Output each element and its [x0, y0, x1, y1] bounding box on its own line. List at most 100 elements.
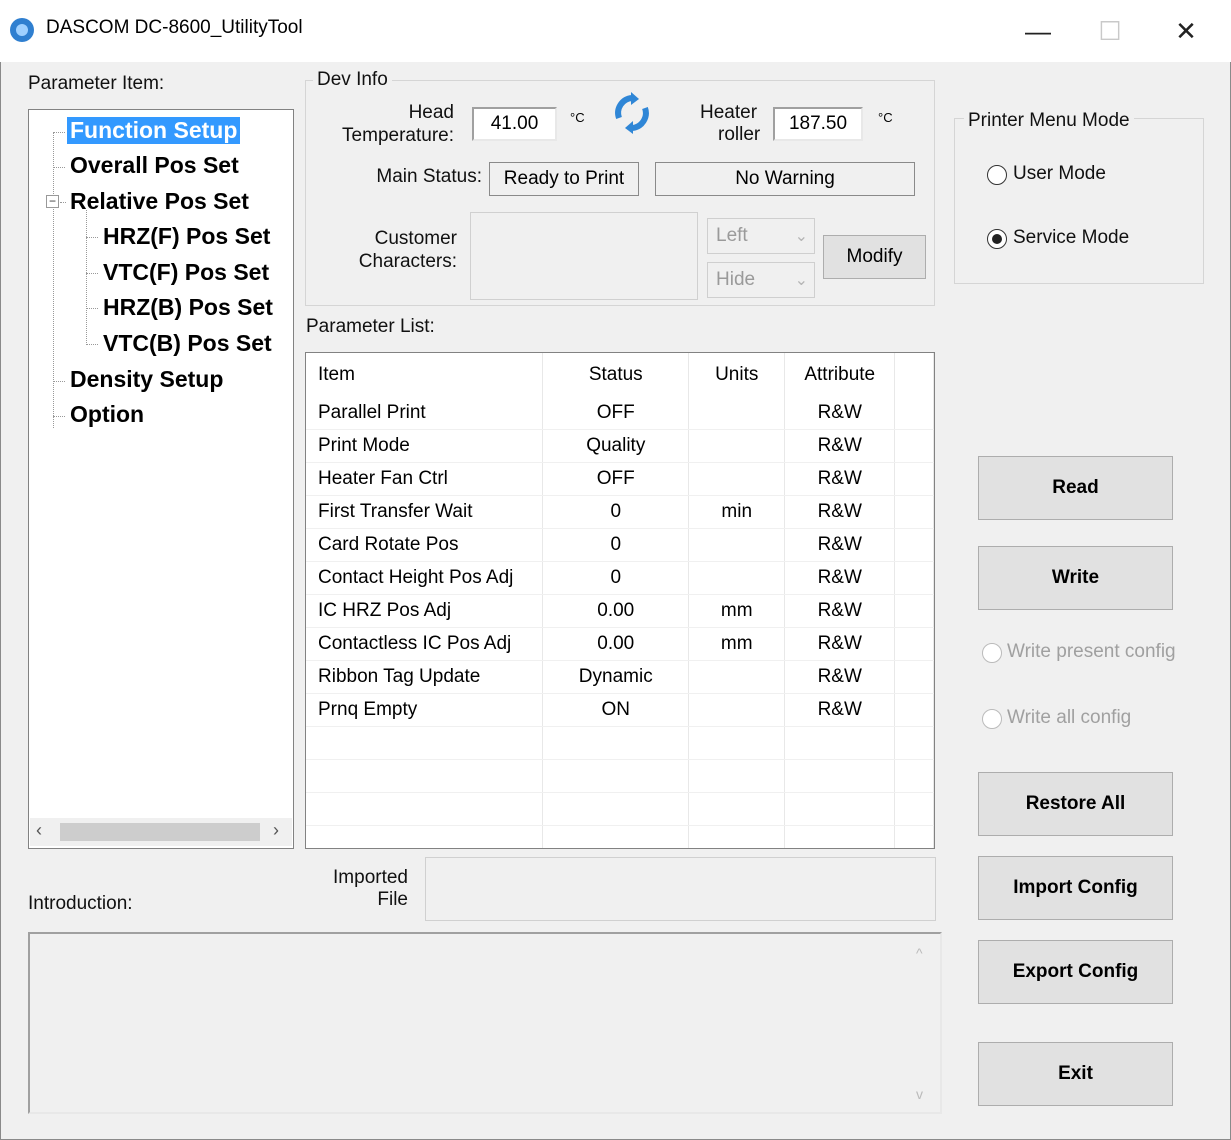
- cell-spacer: [894, 462, 934, 496]
- imported-file-label: Imported: [333, 867, 408, 888]
- table-row-empty: [306, 825, 934, 848]
- cell-status: 0.00: [542, 594, 690, 628]
- cell-spacer: [894, 561, 934, 595]
- column-header-status[interactable]: Status: [542, 353, 690, 397]
- cell-status: ON: [542, 693, 690, 727]
- service-mode-radio[interactable]: [987, 229, 1007, 249]
- write-button[interactable]: Write: [978, 546, 1173, 610]
- column-header-attribute[interactable]: Attribute: [784, 353, 896, 397]
- user-mode-radio[interactable]: [987, 165, 1007, 185]
- table-row[interactable]: Parallel Print OFF R&W: [306, 397, 934, 430]
- cell-item: IC HRZ Pos Adj: [306, 594, 544, 628]
- exit-button[interactable]: Exit: [978, 1042, 1173, 1106]
- table-row[interactable]: Heater Fan Ctrl OFF R&W: [306, 462, 934, 496]
- table-row[interactable]: Prnq Empty ON R&W: [306, 693, 934, 727]
- head-temp-label: Temperature:: [342, 125, 454, 146]
- tree-node-function-setup[interactable]: Function Setup: [67, 117, 241, 144]
- tree-line: [53, 132, 54, 428]
- refresh-icon[interactable]: [611, 92, 653, 134]
- tree-line: [53, 167, 65, 168]
- alignment-select-value: Left: [716, 225, 748, 246]
- cell-spacer: [894, 528, 934, 562]
- cell-units: mm: [688, 594, 786, 628]
- tree-line: [86, 273, 98, 274]
- modify-button[interactable]: Modify: [823, 235, 926, 279]
- introduction-textarea[interactable]: [28, 932, 942, 1114]
- scroll-up-icon[interactable]: ^: [916, 945, 923, 961]
- collapse-icon[interactable]: −: [46, 195, 59, 208]
- cell-status: OFF: [542, 462, 690, 496]
- scroll-right-icon[interactable]: ›: [273, 820, 279, 841]
- tree-line: [53, 132, 65, 133]
- cell-units: min: [688, 495, 786, 529]
- tree-node-relative-pos-set[interactable]: Relative Pos Set: [70, 188, 249, 215]
- cell-units: [688, 528, 786, 562]
- chevron-down-icon: ⌄: [794, 272, 808, 289]
- minimize-button[interactable]: —: [1002, 0, 1074, 62]
- scroll-down-icon[interactable]: v: [916, 1086, 923, 1102]
- close-button[interactable]: ✕: [1150, 0, 1222, 62]
- cell-item: First Transfer Wait: [306, 495, 544, 529]
- tree-node-overall-pos-set[interactable]: Overall Pos Set: [70, 152, 239, 179]
- cell-item: Card Rotate Pos: [306, 528, 544, 562]
- heater-roller-label: roller: [718, 124, 761, 145]
- cell-spacer: [894, 495, 934, 529]
- parameter-tree[interactable]: − Function Setup Overall Pos Set Relativ…: [28, 109, 294, 849]
- service-mode-label[interactable]: Service Mode: [1013, 227, 1129, 249]
- customer-characters-label: Characters:: [358, 251, 457, 272]
- table-row[interactable]: IC HRZ Pos Adj 0.00 mm R&W: [306, 594, 934, 628]
- table-row[interactable]: Contact Height Pos Adj 0 R&W: [306, 561, 934, 595]
- scroll-left-icon[interactable]: ‹: [36, 820, 42, 841]
- cell-units: [688, 462, 786, 496]
- table-row[interactable]: Contactless IC Pos Adj 0.00 mm R&W: [306, 627, 934, 661]
- table-row-empty: [306, 726, 934, 760]
- tree-horizontal-scrollbar[interactable]: ‹ ›: [30, 818, 292, 846]
- main-status-label: Main Status:: [376, 166, 482, 187]
- table-row-empty: [306, 759, 934, 793]
- column-header-item[interactable]: Item: [306, 353, 544, 397]
- export-config-button[interactable]: Export Config: [978, 940, 1173, 1004]
- import-config-button[interactable]: Import Config: [978, 856, 1173, 920]
- tree-line: [60, 202, 66, 203]
- cell-attribute: R&W: [784, 397, 896, 430]
- printer-menu-mode-label: Printer Menu Mode: [964, 110, 1134, 132]
- cell-status: Quality: [542, 429, 690, 463]
- table-header-row: Item Status Units Attribute: [306, 353, 934, 397]
- imported-file-field: [425, 857, 936, 921]
- table-row[interactable]: Card Rotate Pos 0 R&W: [306, 528, 934, 562]
- tree-node-density-setup[interactable]: Density Setup: [70, 366, 223, 393]
- alignment-select: Left ⌄: [707, 218, 815, 254]
- maximize-button[interactable]: ☐: [1074, 0, 1146, 62]
- title-bar: DASCOM DC-8600_UtilityTool — ☐ ✕: [0, 0, 1231, 62]
- table-row[interactable]: First Transfer Wait 0 min R&W: [306, 495, 934, 529]
- restore-all-button[interactable]: Restore All: [978, 772, 1173, 836]
- parameter-list-view[interactable]: Item Status Units Attribute Parallel Pri…: [305, 352, 935, 849]
- tree-node-option[interactable]: Option: [70, 401, 144, 428]
- visibility-select: Hide ⌄: [707, 262, 815, 298]
- heater-roller-field: 187.50: [773, 107, 863, 141]
- cell-spacer: [894, 660, 934, 694]
- tree-node-vtc-f-pos-set[interactable]: VTC(F) Pos Set: [103, 259, 269, 286]
- imported-file-label: File: [377, 889, 408, 910]
- tree-node-vtc-b-pos-set[interactable]: VTC(B) Pos Set: [103, 330, 272, 357]
- head-temperature-field: 41.00: [472, 107, 557, 141]
- cell-units: [688, 693, 786, 727]
- table-row[interactable]: Print Mode Quality R&W: [306, 429, 934, 463]
- cell-units: mm: [688, 627, 786, 661]
- cell-spacer: [894, 429, 934, 463]
- cell-item: Parallel Print: [306, 397, 544, 430]
- scroll-thumb[interactable]: [60, 823, 260, 841]
- printer-menu-mode-group: [954, 118, 1204, 284]
- cell-status: 0.00: [542, 627, 690, 661]
- column-header-units[interactable]: Units: [688, 353, 786, 397]
- cell-item: Print Mode: [306, 429, 544, 463]
- read-button[interactable]: Read: [978, 456, 1173, 520]
- tree-node-hrz-f-pos-set[interactable]: HRZ(F) Pos Set: [103, 223, 270, 250]
- table-row-empty: [306, 792, 934, 826]
- cell-item: Heater Fan Ctrl: [306, 462, 544, 496]
- user-mode-label[interactable]: User Mode: [1013, 163, 1106, 185]
- tree-node-hrz-b-pos-set[interactable]: HRZ(B) Pos Set: [103, 294, 273, 321]
- introduction-label: Introduction:: [28, 893, 133, 914]
- cell-spacer: [894, 693, 934, 727]
- table-row[interactable]: Ribbon Tag Update Dynamic R&W: [306, 660, 934, 694]
